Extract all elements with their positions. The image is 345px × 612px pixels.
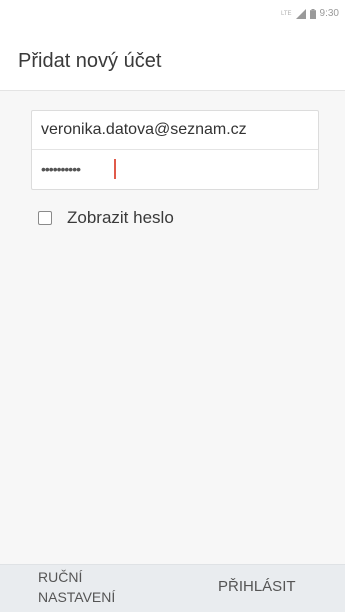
- show-password-toggle[interactable]: Zobrazit heslo: [38, 208, 174, 228]
- page-title: Přidat nový účet: [18, 50, 162, 72]
- text-cursor: [114, 159, 116, 179]
- status-bar: LTE 9:30: [0, 0, 345, 36]
- show-password-label: Zobrazit heslo: [67, 208, 174, 227]
- status-icons: LTE 9:30: [281, 8, 339, 19]
- password-field[interactable]: ••••••••••: [32, 150, 318, 188]
- email-field[interactable]: veronika.datova@seznam.cz: [32, 111, 318, 149]
- show-password-checkbox[interactable]: [38, 211, 52, 225]
- battery-icon: [309, 8, 316, 19]
- signal-icon: [295, 8, 307, 19]
- bottom-action-bar: RUČNÍ NASTAVENÍ PŘIHLÁSIT: [0, 564, 345, 612]
- clock: 9:30: [319, 8, 339, 19]
- password-value: ••••••••••: [41, 161, 81, 177]
- manual-setup-button[interactable]: RUČNÍ NASTAVENÍ: [38, 567, 115, 607]
- app-bar: Přidat nový účet: [0, 36, 345, 91]
- content-area: veronika.datova@seznam.cz •••••••••• Zob…: [0, 91, 345, 564]
- login-form: veronika.datova@seznam.cz ••••••••••: [31, 110, 319, 190]
- lte-icon: LTE: [280, 10, 292, 17]
- login-button[interactable]: PŘIHLÁSIT: [218, 577, 296, 597]
